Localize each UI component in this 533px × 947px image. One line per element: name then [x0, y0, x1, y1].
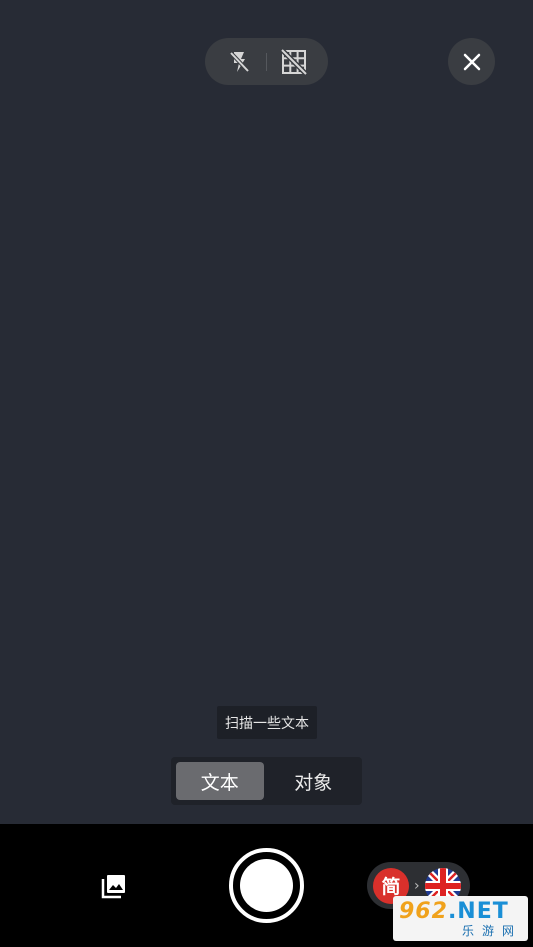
gallery-icon — [101, 875, 125, 899]
tab-text[interactable]: 文本 — [176, 762, 264, 800]
grid-off-icon — [281, 48, 307, 75]
gallery-button[interactable] — [100, 872, 128, 900]
site-watermark: 962.NET 乐游网 — [393, 896, 528, 941]
flash-off-icon — [229, 51, 250, 72]
watermark-subtitle: 乐游网 — [461, 923, 522, 938]
close-icon — [463, 53, 480, 70]
watermark-logo: 962.NET — [399, 898, 509, 924]
camera-viewfinder — [0, 0, 533, 824]
camera-options-pill — [205, 38, 328, 85]
language-arrow: › — [414, 877, 420, 894]
tab-object[interactable]: 对象 — [270, 762, 358, 800]
shutter-button[interactable] — [229, 848, 304, 923]
grid-toggle-button[interactable] — [274, 42, 314, 82]
shutter-inner — [240, 859, 293, 912]
flash-toggle-button[interactable] — [219, 42, 259, 82]
mode-switch: 文本 对象 — [171, 757, 362, 805]
close-button[interactable] — [448, 38, 495, 85]
scan-hint: 扫描一些文本 — [217, 706, 317, 739]
pill-divider — [266, 52, 267, 71]
